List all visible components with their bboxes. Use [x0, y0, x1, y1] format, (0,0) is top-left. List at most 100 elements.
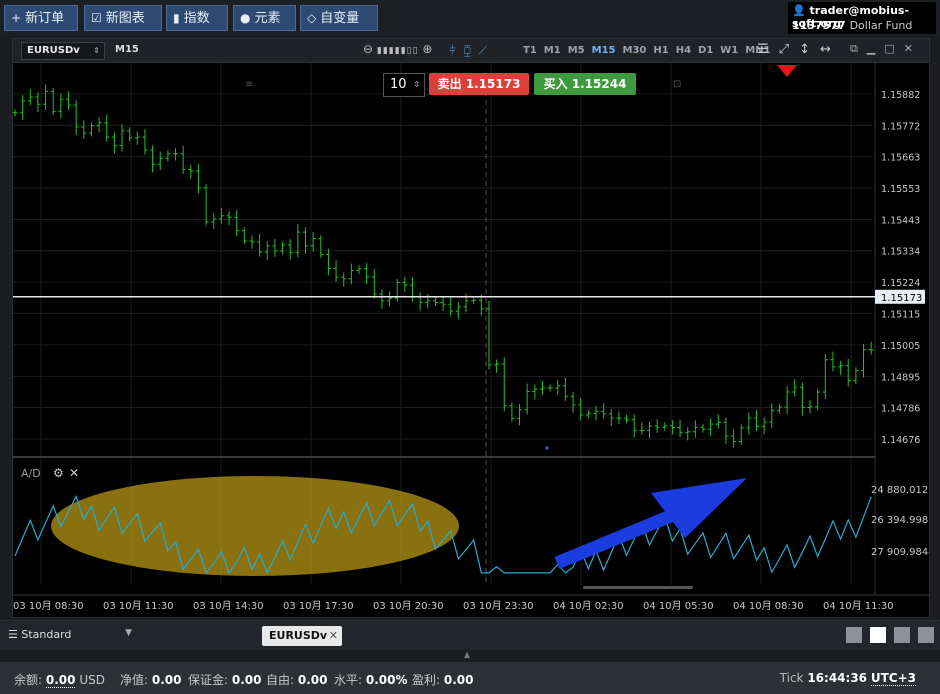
time-tick-label: 03 10月 08:30 — [13, 600, 84, 612]
layout-buttons — [838, 627, 934, 647]
time-tick-label: 03 10月 20:30 — [373, 600, 444, 612]
chart-icon: ☑ — [91, 11, 102, 25]
window-controls: ⧉ ▁ □ ✕ — [841, 42, 913, 56]
remove-indicator-icon[interactable]: ✕ — [69, 466, 79, 480]
panel-splitter-icon[interactable]: ▲ — [464, 650, 470, 659]
zoom-control[interactable]: ⊖ ▮▮▮▮▮▯▯ ⊕ — [363, 42, 432, 56]
account-panel[interactable]: 👤 trader@mobius-soft.org 1137577 Dollar F… — [788, 2, 936, 34]
chart-tab[interactable]: EURUSDv ✕ — [262, 626, 342, 646]
timeframe-t1[interactable]: T1 — [523, 45, 537, 56]
symbol-select[interactable]: EURUSDv ⇕ — [21, 42, 105, 60]
price-tick-label: 1.15882 — [881, 90, 920, 101]
price-tick-label: 1.15663 — [881, 153, 920, 164]
annotation-arrow-head — [651, 478, 747, 538]
price-tick-label: 1.15005 — [881, 341, 920, 352]
new-chart-button[interactable]: ☑ 新图表 — [84, 5, 162, 31]
account-status-bar: 余额: 0.00 USD 净值: 0.00 保证金: 0.00 自由: 0.00… — [0, 662, 940, 694]
menu-icon[interactable]: ☰ — [757, 42, 769, 57]
annotation-arrow-shaft — [554, 508, 676, 570]
horizontal-line-icon[interactable]: ↔ — [820, 42, 831, 57]
close-icon[interactable]: ✕ — [904, 42, 913, 55]
timeframe-h1[interactable]: H1 — [653, 45, 668, 56]
signal-dot — [545, 446, 549, 450]
timeframe-label: M15 — [115, 44, 139, 55]
margin-level-value: 0.00% — [365, 673, 408, 687]
candle-type-icon[interactable]: ⧮ — [464, 43, 472, 57]
zoom-in-icon[interactable]: ⊕ — [422, 42, 432, 56]
layout-rows-icon[interactable] — [918, 627, 934, 643]
variables-button[interactable]: ◇ 自变量 — [300, 5, 378, 31]
time-tick-label: 03 10月 14:30 — [193, 600, 264, 612]
price-tick-label: 1.15553 — [881, 184, 920, 195]
timeframe-w1[interactable]: W1 — [720, 45, 738, 56]
timeframe-m5[interactable]: M5 — [568, 45, 585, 56]
chevron-down-icon: ▼ — [125, 628, 132, 638]
menu-icon: ☰ — [8, 628, 18, 641]
pane-handle-icon[interactable]: ≡ — [245, 79, 253, 90]
trendline-icon[interactable]: ⤢ — [779, 42, 789, 57]
timeframe-h4[interactable]: H4 — [676, 45, 691, 56]
time-tick-label: 04 10月 11:30 — [823, 600, 894, 612]
price-tick-label: 1.15443 — [881, 216, 920, 227]
workspace-select[interactable]: ☰ Standard ▼ — [8, 628, 132, 641]
chart-type-tools: ⫩ ⧮ ⟋ — [449, 43, 487, 58]
shapes-icon: ● — [240, 11, 251, 25]
main-toolbar: + 新订单 ☑ 新图表 ▮ 指数 ● 元素 ◇ 自变量 👤 trader@mobius-s… — [0, 0, 940, 36]
free-margin-value: 0.00 — [297, 673, 328, 687]
minimize-icon[interactable]: ▁ — [867, 42, 875, 55]
timeframe-m1[interactable]: M1 — [544, 45, 561, 56]
price-tick-label: 1.15772 — [881, 121, 920, 132]
new-order-button[interactable]: + 新订单 — [4, 5, 78, 31]
trade-panel-toggle-icon[interactable]: ⊡ — [673, 79, 681, 90]
time-tick-label: 04 10月 02:30 — [553, 600, 624, 612]
sell-button[interactable]: 卖出 1.15173 — [429, 73, 529, 95]
elements-button[interactable]: ● 元素 — [233, 5, 296, 31]
popout-icon[interactable]: ⧉ — [850, 42, 858, 55]
price-tick-label: 1.14676 — [881, 435, 920, 446]
diamond-icon: ◇ — [307, 11, 317, 25]
quantity-input[interactable]: 10 ⇕ — [383, 73, 425, 97]
vertical-line-icon[interactable]: ↕ — [799, 42, 810, 57]
timeframe-m15[interactable]: M15 — [592, 45, 616, 56]
stepper-icon[interactable]: ⇕ — [413, 74, 420, 96]
price-chart[interactable]: 1.15173 1.15882 1.15772 1.15663 1.15553 1.154… — [13, 63, 929, 617]
timeframe-buttons: T1 M1 M5 M15 M30 H1 H4 D1 W1 MN1 — [523, 45, 778, 56]
time-tick-label: 03 10月 11:30 — [103, 600, 174, 612]
layout-single-icon[interactable] — [846, 627, 862, 643]
timeframe-m30[interactable]: M30 — [623, 45, 647, 56]
current-price-label: 1.15173 — [881, 293, 922, 304]
buy-button[interactable]: 买入 1.15244 — [534, 73, 636, 95]
layout-columns-icon[interactable] — [894, 627, 910, 643]
chart-toolbar: EURUSDv ⇕ M15 ⊖ ▮▮▮▮▮▯▯ ⊕ ⫩ ⧮ ⟋ T1 M1 M5 M15… — [13, 39, 929, 63]
price-tick-label: 1.15224 — [881, 278, 920, 289]
margin-value: 0.00 — [231, 673, 262, 687]
bar-chart-icon: ▮ — [173, 11, 180, 25]
bar-type-icon[interactable]: ⫩ — [449, 43, 456, 57]
price-tick-label: 1.14786 — [881, 404, 920, 415]
maximize-icon[interactable]: □ — [884, 42, 894, 55]
indicator-tick-label: 24 880.0129 — [871, 485, 929, 496]
indicator-tick-label: 27 909.9844 — [871, 547, 929, 558]
price-tick-label: 1.14895 — [881, 372, 920, 383]
workspace-tabbar: ☰ Standard ▼ EURUSDv ✕ — [0, 620, 940, 650]
indicator-tick-label: 26 394.9986 — [871, 515, 929, 526]
chart-window: EURUSDv ⇕ M15 ⊖ ▮▮▮▮▮▯▯ ⊕ ⫩ ⧮ ⟋ T1 M1 M5 M15… — [12, 38, 930, 618]
line-type-icon[interactable]: ⟋ — [479, 43, 487, 57]
drawing-tools: ☰ ⤢ ↕ ↔ — [757, 42, 841, 57]
indicator-name: A/D — [21, 467, 41, 480]
trading-app: + 新订单 ☑ 新图表 ▮ 指数 ● 元素 ◇ 自变量 👤 trader@mobius-s… — [0, 0, 940, 694]
zoom-out-icon[interactable]: ⊖ — [363, 42, 373, 56]
time-tick-label: 04 10月 05:30 — [643, 600, 714, 612]
position-marker-triangle — [777, 65, 797, 77]
zoom-slider[interactable]: ▮▮▮▮▮▯▯ — [377, 46, 419, 56]
updown-icon: ⇕ — [93, 46, 100, 55]
timeframe-d1[interactable]: D1 — [698, 45, 713, 56]
settings-icon[interactable]: ⚙ — [53, 466, 64, 480]
equity-value: 0.00 — [151, 673, 182, 687]
indicators-button[interactable]: ▮ 指数 — [166, 5, 228, 31]
time-tick-label: 03 10月 23:30 — [463, 600, 534, 612]
horizontal-scrollbar[interactable] — [583, 586, 693, 589]
layout-grid-icon[interactable] — [870, 627, 886, 643]
server-time: Tick 16:44:36 UTC+3 — [779, 671, 916, 686]
close-tab-icon[interactable]: ✕ — [329, 626, 338, 646]
